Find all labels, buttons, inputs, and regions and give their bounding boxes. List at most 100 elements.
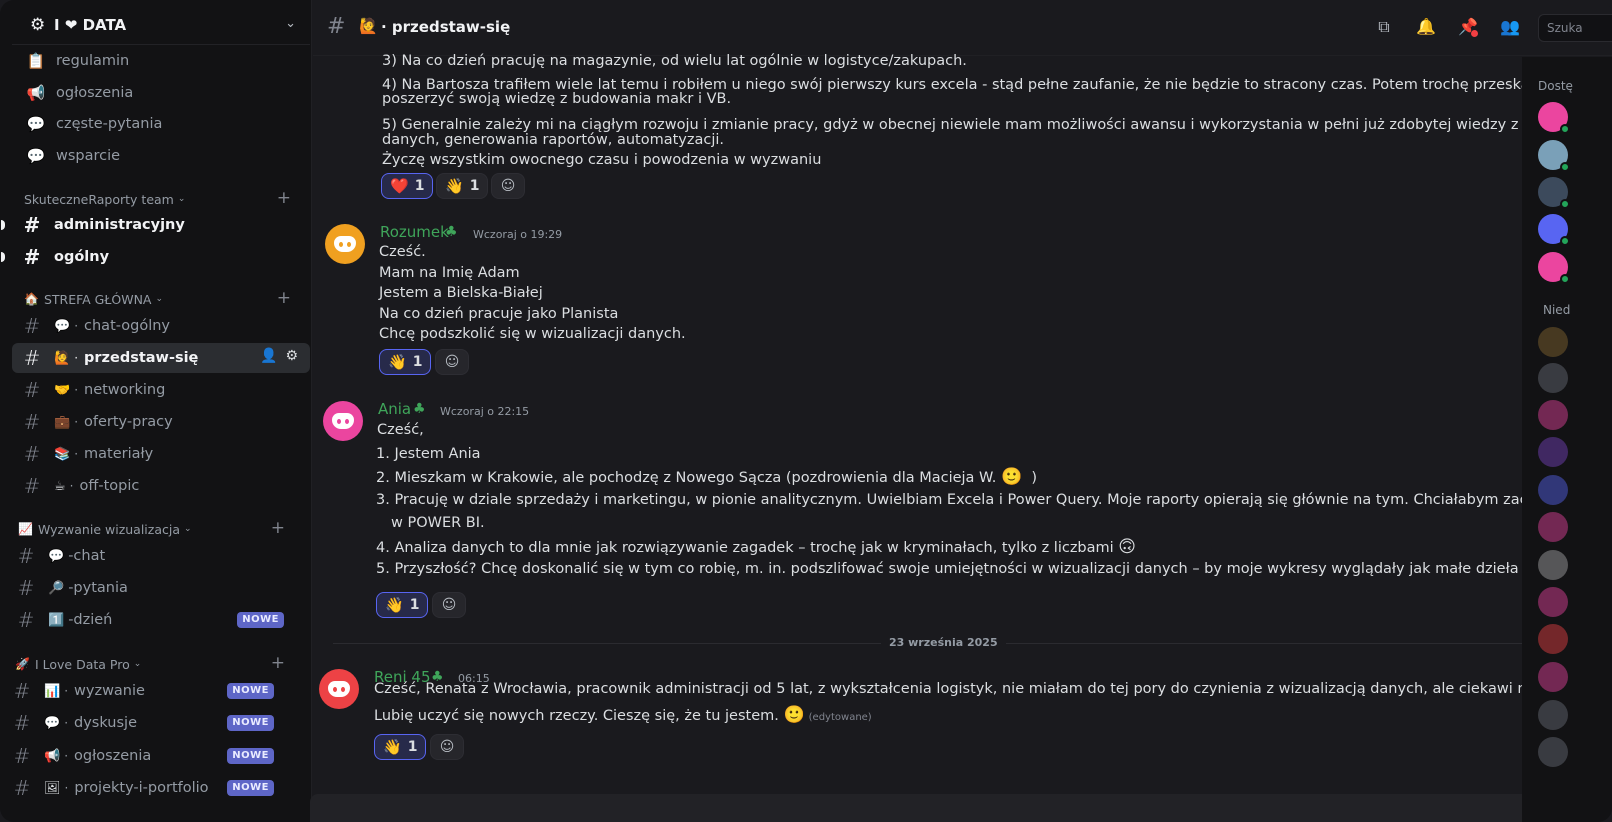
reaction-heart[interactable]: ❤️ 1 xyxy=(381,173,434,199)
add-reaction-button[interactable]: ☺ xyxy=(430,734,464,760)
waving-hand-icon: 👋 xyxy=(388,353,407,371)
member-avatar[interactable] xyxy=(1538,475,1568,505)
channel-materialy[interactable]: # 📚 · materiały xyxy=(12,439,310,469)
add-reaction-button[interactable]: ☺ xyxy=(491,173,525,199)
channel-label: -dzień xyxy=(68,612,113,628)
avatar[interactable] xyxy=(319,669,359,709)
channel-regulamin[interactable]: 📋 regulamin xyxy=(12,46,310,76)
add-channel-icon[interactable]: + xyxy=(277,288,291,308)
message-line: Jestem a Bielska-Białej xyxy=(379,285,543,301)
member-avatar[interactable] xyxy=(1538,550,1568,580)
pin-icon[interactable]: 📌 xyxy=(1457,16,1479,38)
member-avatar[interactable] xyxy=(1538,327,1568,357)
channel-label: administracyjny xyxy=(54,217,185,233)
add-channel-icon[interactable]: + xyxy=(271,518,285,538)
hashtag-icon: # xyxy=(13,744,31,768)
avatar[interactable] xyxy=(325,224,365,264)
username[interactable]: Rozumek xyxy=(380,223,449,241)
member-avatar[interactable] xyxy=(1538,512,1568,542)
channel-pro-ogloszenia[interactable]: # 📢 · ogłoszenia NOWE xyxy=(2,741,300,771)
member-avatar[interactable] xyxy=(1538,140,1570,172)
member-avatar[interactable] xyxy=(1538,177,1570,209)
new-badge: NOWE xyxy=(227,748,274,764)
member-avatar[interactable] xyxy=(1538,102,1570,134)
add-reaction-button[interactable]: ☺ xyxy=(432,592,466,618)
message-line-text: 4. Analiza danych to dla mnie jak rozwią… xyxy=(376,540,1114,556)
hashtag-icon: # xyxy=(23,245,41,269)
channel-pro-dyskusje[interactable]: # 💬 · dyskusje NOWE xyxy=(2,708,300,738)
member-avatar[interactable] xyxy=(1538,662,1568,692)
category-wyzwanie[interactable]: 📈 Wyzwanie wizualizacja ⌄ xyxy=(18,520,192,538)
member-avatar[interactable] xyxy=(1538,587,1568,617)
category-label: I Love Data Pro xyxy=(34,656,130,672)
add-channel-icon[interactable]: + xyxy=(277,188,291,208)
forum-icon: 💬 xyxy=(26,115,46,133)
server-header[interactable]: ⚙ I ❤ DATA ⌄ xyxy=(12,8,310,42)
username[interactable]: Ania xyxy=(378,400,411,418)
settings-gear-icon[interactable]: ⚙ xyxy=(285,348,298,364)
category-team[interactable]: SkuteczneRaporty team ⌄ xyxy=(24,190,185,208)
channel-przedstaw-sie[interactable]: # 🙋 · przedstaw-się 👤 ⚙ xyxy=(12,343,310,373)
channel-label: ogólny xyxy=(54,249,110,265)
member-avatar[interactable] xyxy=(1538,252,1570,284)
avatar[interactable] xyxy=(323,401,363,441)
channel-wyzwanie-dzien[interactable]: # 1️⃣ -dzień NOWE xyxy=(6,605,304,635)
channel-ogloszenia[interactable]: 📢 ogłoszenia xyxy=(12,78,310,108)
bar-chart-icon: 📊 xyxy=(44,683,61,699)
edited-label: (edytowane) xyxy=(808,712,872,723)
handshake-icon: 🤝 xyxy=(54,382,71,398)
channel-administracyjny[interactable]: # administracyjny xyxy=(1,210,310,240)
reaction-wave[interactable]: 👋 1 xyxy=(374,734,427,760)
member-list: Dostę Nied xyxy=(1522,57,1612,822)
channel-czeste-pytania[interactable]: 💬 częste-pytania xyxy=(12,109,310,139)
reaction-wave[interactable]: 👋 1 xyxy=(379,349,432,375)
member-avatar[interactable] xyxy=(1538,624,1568,654)
member-avatar[interactable] xyxy=(1538,214,1570,246)
message-line: poszerzyć swoją wiedzę z budowania makr … xyxy=(382,91,732,107)
member-avatar[interactable] xyxy=(1538,737,1568,767)
reaction-wave[interactable]: 👋 1 xyxy=(376,592,429,618)
new-badge: NOWE xyxy=(227,780,274,796)
unread-indicator xyxy=(1,252,5,262)
forum-icon: 💬 xyxy=(26,147,46,165)
channel-wsparcie[interactable]: 💬 wsparcie xyxy=(12,141,310,171)
reaction-wave[interactable]: 👋 1 xyxy=(436,173,489,199)
channel-wyzwanie-pytania[interactable]: # 🔎 -pytania xyxy=(6,573,304,603)
invite-icon[interactable]: 👤 xyxy=(260,348,277,364)
member-avatar[interactable] xyxy=(1538,363,1568,393)
date-divider-label: 23 września 2025 xyxy=(881,636,1006,649)
search-input[interactable]: Szuka xyxy=(1538,14,1612,42)
channel-oferty-pracy[interactable]: # 💼 · oferty-pracy xyxy=(12,407,310,437)
reaction-count: 1 xyxy=(409,597,420,613)
members-icon[interactable]: 👥 xyxy=(1499,16,1521,38)
chevron-down-icon: ⌄ xyxy=(184,524,192,534)
channel-label: dyskusje xyxy=(74,715,137,731)
channel-wyzwanie-chat[interactable]: # 💬 -chat xyxy=(6,541,304,571)
bell-icon[interactable]: 🔔 xyxy=(1415,16,1437,38)
message-line: Lubię uczyć się nowych rzeczy. Cieszę si… xyxy=(374,705,872,728)
member-avatar[interactable] xyxy=(1538,700,1568,730)
channel-ogolny[interactable]: # ogólny xyxy=(1,242,310,272)
member-avatar[interactable] xyxy=(1538,437,1568,467)
category-i-love-data-pro[interactable]: 🚀 I Love Data Pro ⌄ xyxy=(15,655,141,673)
channel-pro-projekty[interactable]: # 🖼 · projekty-i-portfolio NOWE xyxy=(2,773,300,803)
add-reaction-button[interactable]: ☺ xyxy=(435,349,469,375)
channel-off-topic[interactable]: # ☕ · off-topic xyxy=(12,471,310,501)
channel-label: regulamin xyxy=(56,53,130,69)
new-badge: NOWE xyxy=(227,715,274,731)
add-channel-icon[interactable]: + xyxy=(271,653,285,673)
channel-chat-ogolny[interactable]: # 💬 · chat-ogólny xyxy=(12,311,310,341)
message-composer[interactable] xyxy=(310,794,1530,822)
category-strefa-glowna[interactable]: 🏠 STREFA GŁÓWNA ⌄ xyxy=(24,290,163,308)
timestamp: Wczoraj o 19:29 xyxy=(473,228,563,241)
threads-icon[interactable]: ⧉ xyxy=(1373,16,1395,38)
message-line: w POWER BI. xyxy=(391,515,485,531)
rules-icon: 📋 xyxy=(26,52,46,70)
channel-pro-wyzwanie[interactable]: # 📊 · wyzwanie NOWE xyxy=(2,676,300,706)
message-line-text: 5. Przyszłość? Chcę doskonalić się w tym… xyxy=(376,561,1566,577)
channel-label: wyzwanie xyxy=(74,683,145,699)
channel-label: ogłoszenia xyxy=(56,85,134,101)
slightly-smiling-face-icon: 🙂 xyxy=(783,705,805,725)
channel-networking[interactable]: # 🤝 · networking xyxy=(12,375,310,405)
member-avatar[interactable] xyxy=(1538,400,1568,430)
